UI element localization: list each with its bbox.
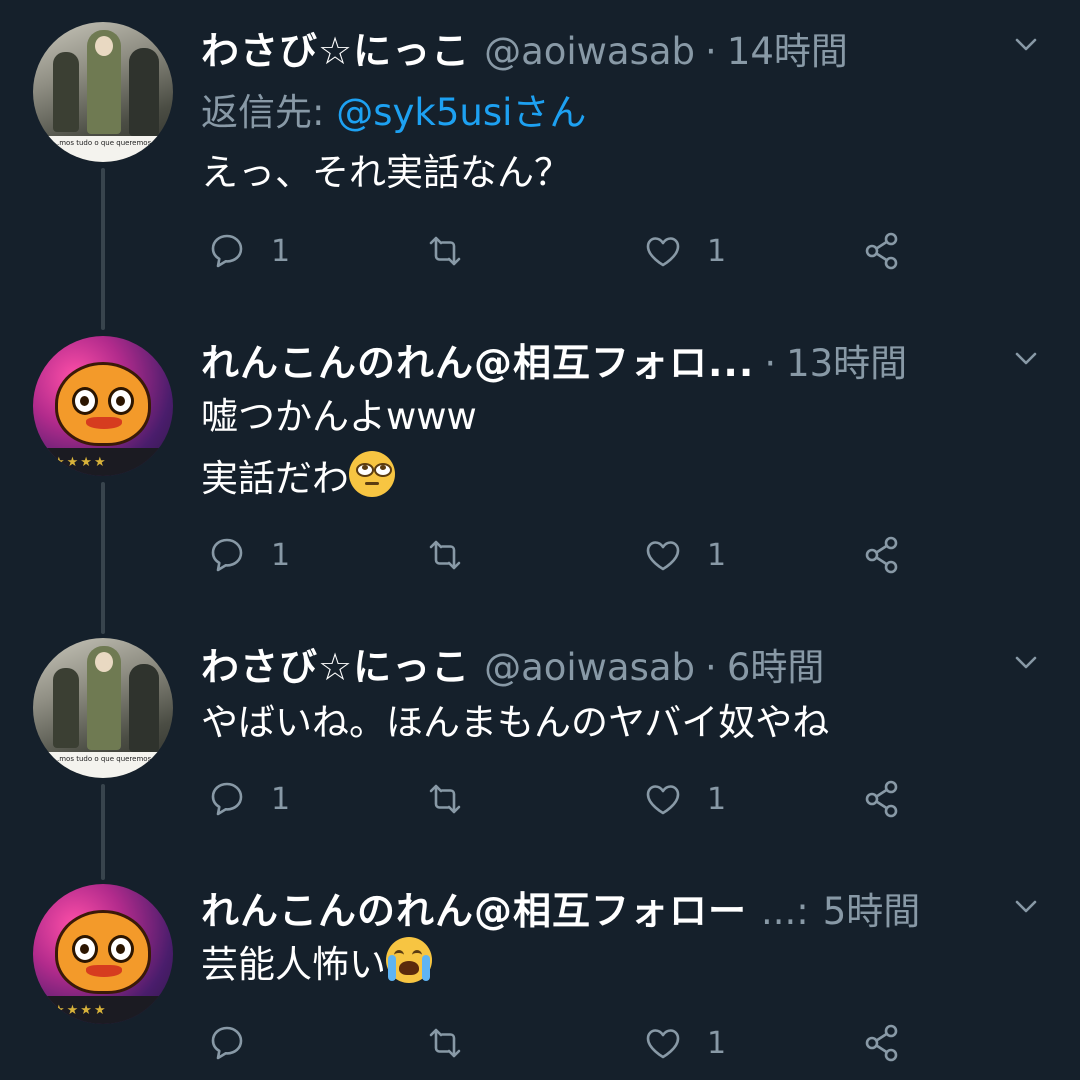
reply-mention-link[interactable]: @syk5usiさん xyxy=(336,91,586,134)
like-button[interactable]: 1 xyxy=(641,530,726,580)
avatar[interactable]: ...mos tudo o que queremos. xyxy=(33,22,173,162)
retweet-icon xyxy=(429,236,461,266)
tweet-line: 実話だわ xyxy=(201,457,349,500)
tweet-text: 嘘つかんよwww 実話だわ xyxy=(201,386,477,510)
reply-button[interactable]: 1 xyxy=(205,774,290,824)
like-count: 1 xyxy=(707,537,727,573)
action-bar: 1 1 xyxy=(0,530,1080,580)
tweet-header: わさび☆にっこ @aoiwasab · 14時間 xyxy=(201,20,848,73)
tweet-line: えっ、それ実話なん？ xyxy=(201,151,571,194)
reply-bubble-icon xyxy=(211,538,243,572)
action-bar: 1 1 xyxy=(0,226,1080,276)
like-button[interactable]: 1 xyxy=(641,1018,726,1068)
share-button[interactable] xyxy=(860,1018,904,1068)
reply-bubble-icon xyxy=(211,1026,243,1060)
reply-count: 1 xyxy=(271,781,291,817)
reply-button[interactable] xyxy=(205,1018,271,1068)
timestamp[interactable]: 14時間 xyxy=(727,21,848,75)
handle[interactable]: @aoiwasab xyxy=(484,30,695,73)
like-count: 1 xyxy=(707,781,727,817)
separator: · xyxy=(705,646,717,689)
heart-icon xyxy=(646,1029,680,1059)
tweet-line: 嘘つかんよwww xyxy=(201,395,477,438)
face-with-rolling-eyes-icon xyxy=(349,451,395,497)
like-button[interactable]: 1 xyxy=(641,226,726,276)
timestamp[interactable]: 6時間 xyxy=(727,637,825,691)
separator: · xyxy=(764,342,777,385)
retweet-button[interactable] xyxy=(423,226,467,276)
action-bar: 1 1 xyxy=(0,774,1080,824)
reply-count: 1 xyxy=(271,233,291,269)
reply-button[interactable]: 1 xyxy=(205,530,290,580)
tweet-text: 芸能人怖い xyxy=(201,934,432,996)
chevron-down-icon[interactable] xyxy=(1014,650,1038,674)
avatar[interactable]: ★★★★ xyxy=(33,336,173,476)
separator: · xyxy=(705,30,717,73)
retweet-icon xyxy=(429,1028,461,1058)
handle[interactable]: @aoiwasab xyxy=(484,646,695,689)
action-bar: 1 xyxy=(0,1018,1080,1068)
tweet-line: 芸能人怖い xyxy=(201,943,386,986)
reply-bubble-icon xyxy=(211,782,243,816)
avatar[interactable]: ...mos tudo o que queremos. xyxy=(33,638,173,778)
retweet-button[interactable] xyxy=(423,530,467,580)
tweet-header: わさび☆にっこ @aoiwasab · 6時間 xyxy=(201,636,824,689)
retweet-icon xyxy=(429,540,461,570)
chevron-down-icon[interactable] xyxy=(1014,32,1038,56)
avatar[interactable]: ★★★★ xyxy=(33,884,173,1024)
share-icon xyxy=(865,232,898,270)
heart-icon xyxy=(646,541,680,571)
retweet-button[interactable] xyxy=(423,1018,467,1068)
tweet-text: やばいね。ほんまもんのヤバイ奴やね xyxy=(201,692,829,754)
display-name[interactable]: れんこんのれん@相互フォロー xyxy=(201,880,747,935)
chevron-down-icon[interactable] xyxy=(1014,894,1038,918)
heart-icon xyxy=(646,237,680,267)
avatar-caption: ...mos tudo o que queremos. xyxy=(33,136,173,162)
reply-button[interactable]: 1 xyxy=(205,226,290,276)
share-button[interactable] xyxy=(860,530,904,580)
share-icon xyxy=(865,536,898,574)
retweet-button[interactable] xyxy=(423,774,467,824)
tweet-header: れんこんのれん@相互フォロ... · 13時間 xyxy=(201,332,907,385)
reply-to: 返信先: @syk5usiさん xyxy=(201,82,586,136)
display-name[interactable]: わさび☆にっこ xyxy=(201,636,470,691)
display-name[interactable]: れんこんのれん@相互フォロ... xyxy=(201,332,754,387)
reply-bubble-icon xyxy=(211,234,243,268)
loudly-crying-face-icon xyxy=(386,937,432,983)
share-button[interactable] xyxy=(860,774,904,824)
like-count: 1 xyxy=(707,233,727,269)
chevron-down-icon[interactable] xyxy=(1014,346,1038,370)
reply-count: 1 xyxy=(271,537,291,573)
handle[interactable]: ...: xyxy=(761,890,809,933)
share-button[interactable] xyxy=(860,226,904,276)
display-name[interactable]: わさび☆にっこ xyxy=(201,20,470,75)
heart-icon xyxy=(646,785,680,815)
tweet-header: れんこんのれん@相互フォロー ...: 5時間 xyxy=(201,880,920,933)
share-icon xyxy=(865,1024,898,1062)
timestamp[interactable]: 13時間 xyxy=(786,333,907,387)
reply-prefix: 返信先: xyxy=(201,91,337,134)
timestamp[interactable]: 5時間 xyxy=(823,881,921,935)
tweet-text: えっ、それ実話なん？ xyxy=(201,142,571,204)
retweet-icon xyxy=(429,784,461,814)
like-count: 1 xyxy=(707,1025,727,1061)
like-button[interactable]: 1 xyxy=(641,774,726,824)
share-icon xyxy=(865,780,898,818)
tweet-line: やばいね。ほんまもんのヤバイ奴やね xyxy=(201,701,830,744)
